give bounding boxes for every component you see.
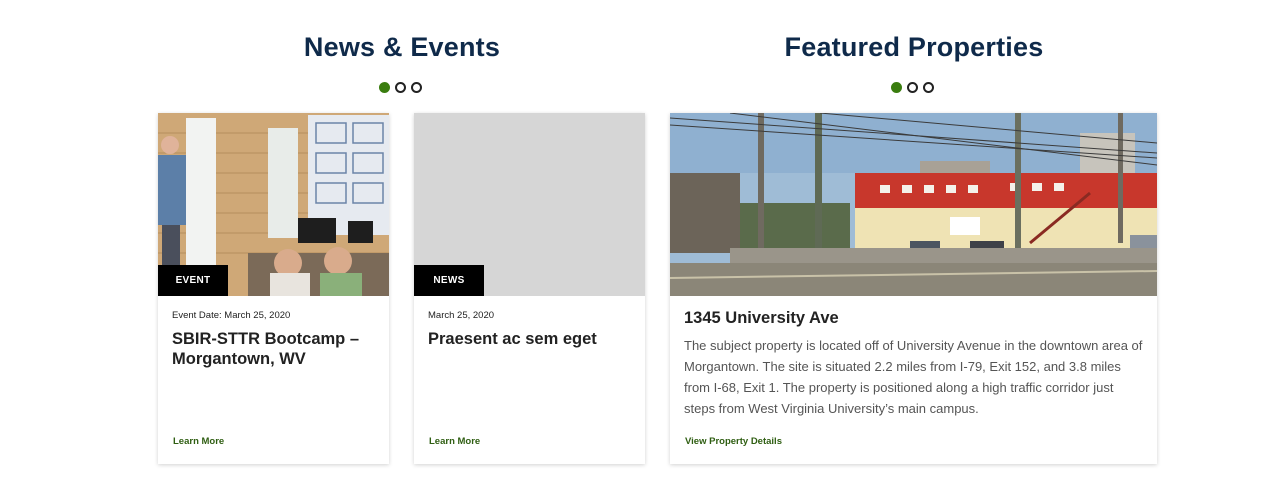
featured-properties-title: Featured Properties [784,32,1044,62]
view-property-details-link[interactable]: View Property Details [685,436,782,447]
property-card: 1345 University Ave The subject property… [670,113,1157,464]
news-headline[interactable]: Praesent ac sem eget [428,329,633,349]
event-headline[interactable]: SBIR-STTR Bootcamp – Morgantown, WV [172,329,377,369]
property-description: The subject property is located off of U… [684,338,1143,416]
carousel-dot-1[interactable] [379,82,390,93]
news-carousel-dots [379,82,422,93]
news-card-news: NEWS March 25, 2020 Praesent ac sem eget… [414,113,645,464]
property-photo [670,113,1157,296]
news-events-title: News & Events [303,32,501,62]
carousel-dot-1[interactable] [891,82,902,93]
properties-carousel-dots [891,82,934,93]
learn-more-link[interactable]: Learn More [429,436,480,447]
carousel-dot-3[interactable] [923,82,934,93]
news-date: March 25, 2020 [428,310,495,321]
property-name[interactable]: 1345 University Ave [684,309,839,328]
event-date: Event Date: March 25, 2020 [172,310,291,321]
carousel-dot-3[interactable] [411,82,422,93]
event-badge: EVENT [158,265,228,296]
news-badge: NEWS [414,265,484,296]
carousel-dot-2[interactable] [395,82,406,93]
carousel-dot-2[interactable] [907,82,918,93]
news-card-event: EVENT Event Date: March 25, 2020 SBIR-ST… [158,113,389,464]
learn-more-link[interactable]: Learn More [173,436,224,447]
